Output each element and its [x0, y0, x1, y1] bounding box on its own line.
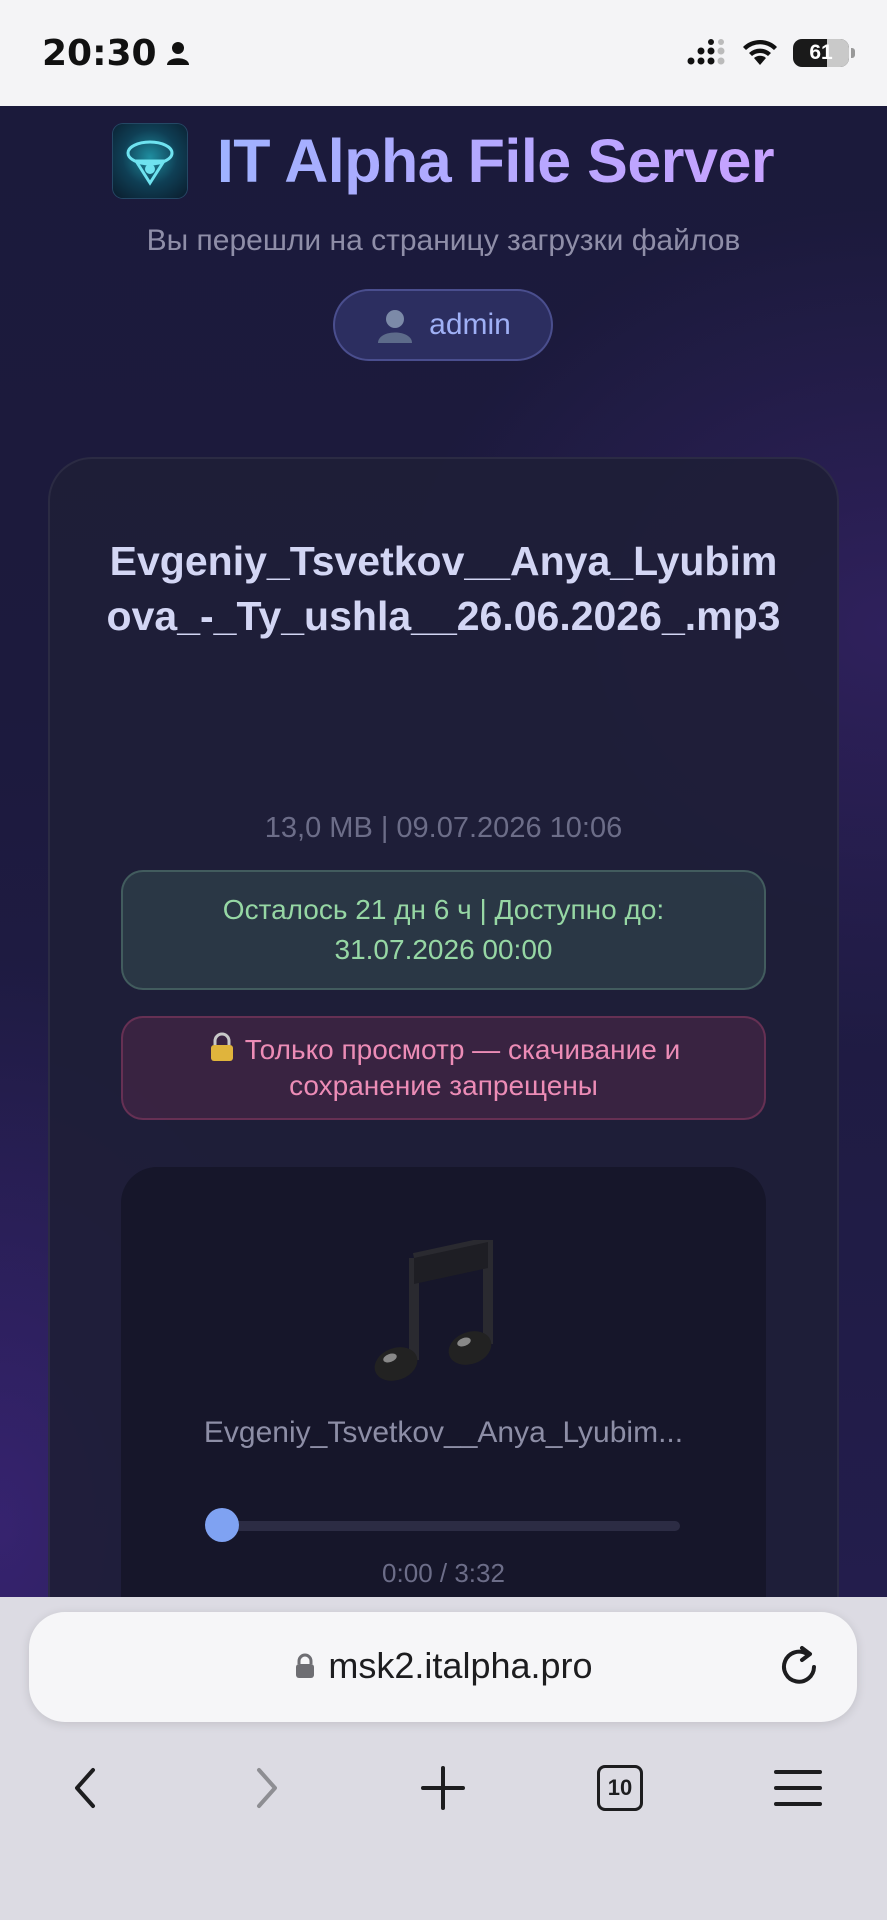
seek-handle[interactable] — [205, 1508, 239, 1542]
tab-count: 10 — [607, 1775, 633, 1800]
status-bar: 20:30 61 — [0, 0, 887, 106]
battery-level: 61 — [809, 41, 833, 64]
url: msk2.italpha.pro — [328, 1645, 593, 1686]
page-subtitle: Вы перешли на страницу загрузки файлов — [146, 224, 741, 257]
time-readout: 0:00 / 3:32 — [382, 1558, 505, 1588]
new-tab-button[interactable] — [415, 1762, 471, 1814]
username: admin — [429, 308, 511, 341]
expiry-text: Осталось 21 дн 6 ч | Доступно до: 31.07.… — [222, 894, 665, 965]
lock-icon — [210, 1032, 233, 1061]
status-time: 20:30 — [42, 33, 191, 74]
tabs-button[interactable]: 10 — [592, 1762, 648, 1814]
expiry-notice: Осталось 21 дн 6 ч | Доступно до: 31.07.… — [121, 870, 766, 990]
page-title: IT Alpha File Server — [216, 127, 775, 195]
restriction-notice: Только просмотр — скачивание и сохранени… — [121, 1016, 766, 1120]
person-icon — [166, 42, 189, 65]
hamburger-menu-icon — [774, 1770, 822, 1806]
cellular-signal-icon — [687, 39, 725, 65]
track-title: Evgeniy_Tsvetkov__Anya_Lyubim... — [203, 1416, 684, 1449]
clock: 20:30 — [42, 32, 157, 74]
wifi-icon — [743, 39, 777, 65]
address-text[interactable]: msk2.italpha.pro — [0, 1645, 887, 1687]
file-meta: 13,0 MB | 09.07.2026 10:06 — [264, 812, 623, 844]
user-badge[interactable]: admin — [333, 289, 553, 361]
user-icon — [378, 310, 413, 343]
file-name: Evgeniy_Tsvetkov__Anya_Lyubimova_-_Ty_us… — [106, 538, 781, 639]
chevron-right-icon — [257, 1768, 277, 1808]
status-indicators: 61 — [687, 39, 855, 67]
brand-header: IT Alpha File Server — [0, 124, 887, 198]
lock-icon — [296, 1653, 315, 1678]
music-note-icon — [374, 1240, 493, 1381]
tabs-icon: 10 — [597, 1765, 643, 1811]
restriction-text: Только просмотр — скачивание и сохранени… — [183, 1032, 704, 1104]
reload-icon[interactable] — [776, 1644, 822, 1690]
server-logo-icon — [112, 124, 187, 198]
forward-button[interactable] — [238, 1762, 294, 1814]
battery-icon: 61 — [793, 39, 855, 67]
plus-icon — [421, 1766, 465, 1810]
menu-button[interactable] — [770, 1762, 826, 1814]
chevron-left-icon — [75, 1768, 95, 1808]
seek-bar[interactable] — [222, 1521, 680, 1531]
back-button[interactable] — [58, 1762, 114, 1814]
